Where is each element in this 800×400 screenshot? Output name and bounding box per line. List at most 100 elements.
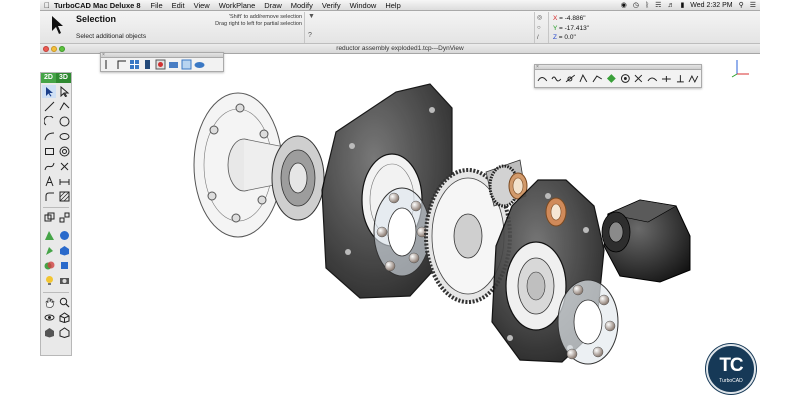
orbit-tool-button[interactable] (42, 311, 56, 324)
cylinder-tool-button[interactable] (57, 259, 71, 272)
motor-part[interactable] (601, 199, 691, 283)
menu-verify[interactable]: Verify (322, 1, 341, 10)
help-icon[interactable]: ? (308, 32, 312, 39)
list-icon[interactable]: ☰ (750, 1, 756, 9)
snap-perp-icon[interactable] (675, 73, 686, 84)
polar-mode-icon[interactable]: / (537, 33, 542, 43)
snap-midpoint-icon[interactable] (661, 73, 672, 84)
coord-y[interactable]: Y = -17.413" (553, 24, 589, 34)
snap-tangent-icon[interactable] (565, 73, 576, 84)
ellipse-icon (59, 133, 69, 140)
snap-point-icon[interactable] (578, 73, 589, 84)
status-circle-icon[interactable]: ◉ (621, 1, 627, 9)
coord-x[interactable]: X = -4.886" (553, 14, 589, 24)
wifi-icon[interactable]: ☴ (655, 1, 661, 9)
palette-close-icon[interactable]: × (102, 53, 105, 58)
menu-draw[interactable]: Draw (264, 1, 282, 10)
camera-tool-button[interactable] (57, 274, 71, 287)
volume-icon[interactable]: ♬ (667, 2, 674, 9)
relative-mode-icon[interactable]: ○ (537, 23, 542, 33)
menu-modify[interactable]: Modify (291, 1, 313, 10)
block-tool-button[interactable] (42, 211, 56, 224)
apple-icon[interactable]:  (40, 1, 54, 10)
menu-window[interactable]: Window (350, 1, 377, 10)
coord-mode-icons[interactable]: ◎ ○ / (537, 13, 542, 43)
menu-workplane[interactable]: WorkPlane (219, 1, 256, 10)
array-tool-button[interactable] (57, 211, 71, 224)
snap-wave-icon[interactable] (551, 73, 562, 84)
snap-arc-icon[interactable] (647, 73, 658, 84)
inspector-bar: Selection Select additional objects 'Shi… (40, 11, 760, 44)
render-mode-button[interactable] (42, 326, 56, 339)
view-cube-button[interactable] (57, 311, 71, 324)
search-icon[interactable]: ⚲ (739, 1, 744, 9)
coord-x-value: -4.886" (564, 15, 586, 22)
render-view-icon[interactable] (155, 59, 166, 70)
mode-3d-button[interactable]: 3D (56, 73, 71, 83)
extrude-tool-button[interactable] (42, 229, 56, 242)
time-machine-icon[interactable]: ◷ (633, 1, 639, 9)
palette-header[interactable]: × (535, 65, 701, 70)
snap-diamond-icon[interactable] (606, 73, 617, 84)
select-tool-button[interactable] (42, 85, 56, 98)
hint-line: 'Shift' to add/remove selection (228, 14, 302, 20)
expand-arrow-icon[interactable]: ▼ (308, 13, 315, 20)
menu-extras: ◉ ◷ ᚱ ☴ ♬ ▮ Wed 2:32 PM ⚲ ☰ (621, 1, 760, 10)
line-tool-button[interactable] (42, 100, 56, 113)
zoom-tool-button[interactable] (57, 296, 71, 309)
menu-view[interactable]: View (194, 1, 210, 10)
coord-z[interactable]: Z = 0.0" (553, 33, 589, 43)
polyline-tool-button[interactable] (57, 100, 71, 113)
arc-tool-button[interactable] (42, 115, 56, 128)
battery-icon[interactable]: ▮ (680, 1, 684, 9)
line-tool-icon[interactable] (103, 59, 114, 70)
edit-tool-button[interactable] (57, 85, 71, 98)
bluetooth-icon[interactable]: ᚱ (645, 2, 649, 9)
snap-grid-icon[interactable] (688, 73, 699, 84)
mode-2d-button[interactable]: 2D (41, 73, 56, 83)
snap-curve-icon[interactable] (537, 73, 548, 84)
cloud-view-icon[interactable] (194, 59, 205, 70)
panel-view-icon[interactable] (142, 59, 153, 70)
donut-tool-button[interactable] (57, 145, 71, 158)
palette-header[interactable]: × (101, 53, 223, 58)
menu-file[interactable]: File (151, 1, 163, 10)
image-view-icon[interactable] (181, 59, 192, 70)
bushing-part[interactable] (545, 197, 567, 227)
ball-bearing-part[interactable] (373, 187, 431, 277)
snap-center-icon[interactable] (620, 73, 631, 84)
spline-tool-button[interactable] (42, 160, 56, 173)
snap-cross-icon[interactable] (633, 73, 644, 84)
front-bearing-part[interactable] (557, 279, 619, 365)
palette-close-icon[interactable]: × (536, 65, 539, 70)
ellipse-tool-button[interactable] (57, 130, 71, 143)
menu-edit[interactable]: Edit (172, 1, 185, 10)
text-tool-button[interactable] (42, 175, 56, 188)
bearing-part[interactable] (271, 135, 325, 221)
absolute-mode-icon[interactable]: ◎ (537, 13, 542, 23)
light-tool-button[interactable] (42, 274, 56, 287)
pan-tool-button[interactable] (42, 296, 56, 309)
revolve-tool-button[interactable] (42, 244, 56, 257)
app-menu[interactable]: TurboCAD Mac Deluxe 8 (54, 1, 141, 10)
circle-tool-button[interactable] (57, 115, 71, 128)
camera-view-icon[interactable] (168, 59, 179, 70)
menu-help[interactable]: Help (385, 1, 400, 10)
grid-view-icon[interactable] (129, 59, 140, 70)
menu-clock[interactable]: Wed 2:32 PM (690, 2, 732, 9)
wireframe-mode-button[interactable] (57, 326, 71, 339)
dimension-tool-button[interactable] (57, 175, 71, 188)
box-tool-button[interactable] (57, 244, 71, 257)
sphere-tool-button[interactable] (57, 229, 71, 242)
trim-tool-button[interactable] (57, 160, 71, 173)
cylinder-icon (60, 262, 68, 269)
boolean-tool-button[interactable] (42, 259, 56, 272)
corner-tool-icon[interactable] (116, 59, 127, 70)
drawing-canvas[interactable] (72, 54, 760, 400)
snap-vertex-icon[interactable] (592, 73, 603, 84)
rectangle-tool-button[interactable] (42, 145, 56, 158)
fillet-tool-button[interactable] (42, 190, 56, 203)
hatch-tool-button[interactable] (57, 190, 71, 203)
coord-z-value: 0.0" (564, 34, 576, 41)
curve-tool-button[interactable] (42, 130, 56, 143)
